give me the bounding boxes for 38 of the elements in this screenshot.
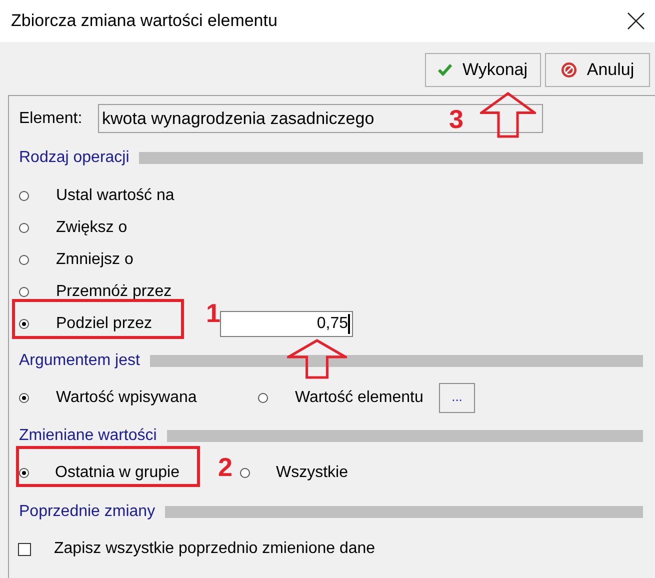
radio-button[interactable] [258, 393, 268, 403]
annotation-arrow [287, 339, 347, 379]
browse-button[interactable]: ... [439, 383, 475, 413]
cancel-button[interactable]: Anuluj [545, 53, 650, 87]
option-label: Wszystkie [276, 463, 348, 483]
section-title: Poprzednie zmiany [19, 502, 156, 522]
checkbox[interactable] [18, 542, 31, 556]
radio-button[interactable] [19, 255, 29, 265]
annotation-arrow [480, 92, 536, 138]
stop-icon [560, 62, 577, 78]
option-label: Zmniejsz o [56, 250, 134, 270]
execute-button[interactable]: Wykonaj [425, 53, 541, 87]
option-label: Zwiększ o [56, 218, 128, 238]
option-label: Ostatnia w grupie [55, 463, 180, 483]
radio-button[interactable] [19, 468, 29, 478]
radio-button[interactable] [19, 319, 29, 329]
radio-button[interactable] [240, 468, 250, 478]
option-label: Wartość elementu [295, 388, 424, 408]
value-field[interactable]: 0,75 [220, 311, 353, 337]
section-title: Rodzaj operacji [19, 148, 130, 168]
checkbox-label: Zapisz wszystkie poprzednio zmienione dane [54, 539, 376, 559]
radio-button[interactable] [19, 191, 29, 201]
radio-button[interactable] [19, 393, 29, 403]
element-label: Element: [19, 108, 84, 128]
check-icon [438, 64, 452, 76]
option-label: Podziel przez [56, 314, 152, 334]
radio-button[interactable] [19, 287, 29, 297]
annotation-number: 3 [449, 106, 464, 132]
window-title: Zbiorcza zmiana wartości elementu [11, 10, 278, 32]
option-label: Wartość wpisywana [56, 388, 197, 408]
option-label: Przemnóż przez [56, 282, 172, 302]
annotation-number: 2 [218, 454, 232, 480]
option-label: Ustal wartość na [56, 186, 174, 206]
radio-button[interactable] [19, 223, 29, 233]
annotation-number: 1 [206, 300, 220, 326]
close-icon[interactable] [627, 12, 645, 30]
section-title: Argumentem jest [19, 351, 140, 371]
section-title: Zmieniane wartości [19, 426, 157, 446]
